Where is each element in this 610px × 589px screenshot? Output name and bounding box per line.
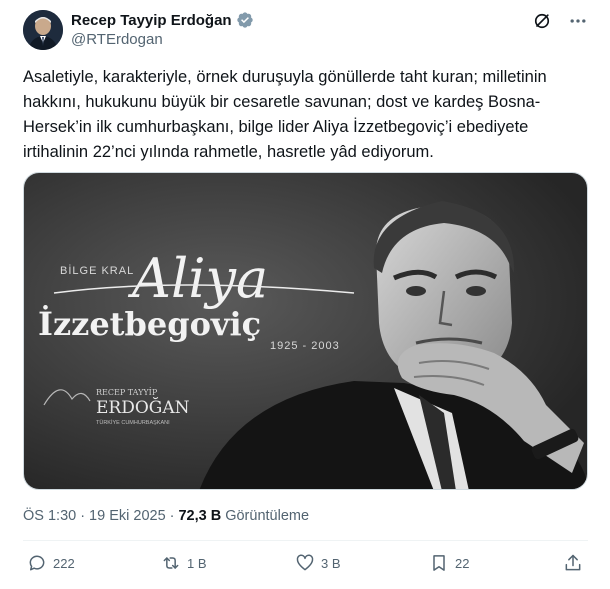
view-count: 72,3 B bbox=[178, 508, 222, 524]
reply-icon bbox=[29, 555, 45, 571]
avatar[interactable] bbox=[23, 10, 63, 50]
author-handle[interactable]: @RTErdogan bbox=[71, 31, 163, 48]
share-icon bbox=[565, 554, 581, 571]
profile-photo-icon bbox=[23, 10, 63, 50]
verified-badge-icon bbox=[236, 11, 254, 29]
post-date[interactable]: 19 Eki 2025 bbox=[89, 508, 166, 524]
memorial-graphic: BİLGE KRAL Aliya İzzetbegoviç 1925 - 200… bbox=[24, 173, 587, 489]
author-name-row[interactable]: Recep Tayyip Erdoğan bbox=[71, 11, 254, 29]
tweet: Recep Tayyip Erdoğan @RTErdogan Asaletiy… bbox=[0, 0, 610, 589]
like-count: 3 B bbox=[321, 555, 341, 571]
repost-button[interactable]: 1 B bbox=[161, 553, 207, 573]
display-name[interactable]: Recep Tayyip Erdoğan bbox=[71, 12, 232, 29]
post-image[interactable]: BİLGE KRAL Aliya İzzetbegoviç 1925 - 200… bbox=[23, 172, 588, 490]
reply-count: 222 bbox=[53, 555, 75, 571]
divider bbox=[23, 540, 588, 541]
signature-line3: TÜRKİYE CUMHURBAŞKANI bbox=[96, 419, 170, 426]
script-name-text: Aliya bbox=[127, 247, 268, 310]
repost-icon bbox=[163, 557, 179, 569]
years-text: 1925 - 2003 bbox=[270, 340, 340, 352]
bookmark-count: 22 bbox=[455, 555, 470, 571]
signature-line2: ERDOĞAN bbox=[96, 397, 190, 418]
surname-text: İzzetbegoviç bbox=[38, 305, 261, 343]
repost-count: 1 B bbox=[187, 555, 207, 571]
more-icon[interactable] bbox=[568, 11, 588, 31]
like-button[interactable]: 3 B bbox=[295, 553, 341, 573]
meta-separator: · bbox=[80, 508, 86, 524]
bookmark-button[interactable]: 22 bbox=[429, 553, 469, 573]
bookmark-icon bbox=[433, 555, 445, 571]
view-label: Görüntüleme bbox=[225, 508, 310, 524]
grok-icon[interactable] bbox=[532, 11, 552, 31]
meta-separator: · bbox=[169, 508, 175, 524]
post-text: Asaletiyle, karakteriyle, örnek duruşuyl… bbox=[23, 68, 547, 161]
action-bar: 222 1 B 3 B 22 bbox=[23, 553, 588, 581]
post-time[interactable]: ÖS 1:30 bbox=[23, 508, 76, 524]
post-meta: ÖS 1:30 · 19 Eki 2025 · 72,3 B Görüntüle… bbox=[23, 508, 309, 524]
heart-icon bbox=[296, 554, 314, 571]
reply-button[interactable]: 222 bbox=[27, 553, 75, 573]
eyebrow-text: BİLGE KRAL bbox=[60, 264, 134, 277]
top-actions bbox=[532, 11, 588, 31]
signature-line1: RECEP TAYYİP bbox=[96, 388, 158, 397]
share-button[interactable] bbox=[563, 553, 583, 573]
